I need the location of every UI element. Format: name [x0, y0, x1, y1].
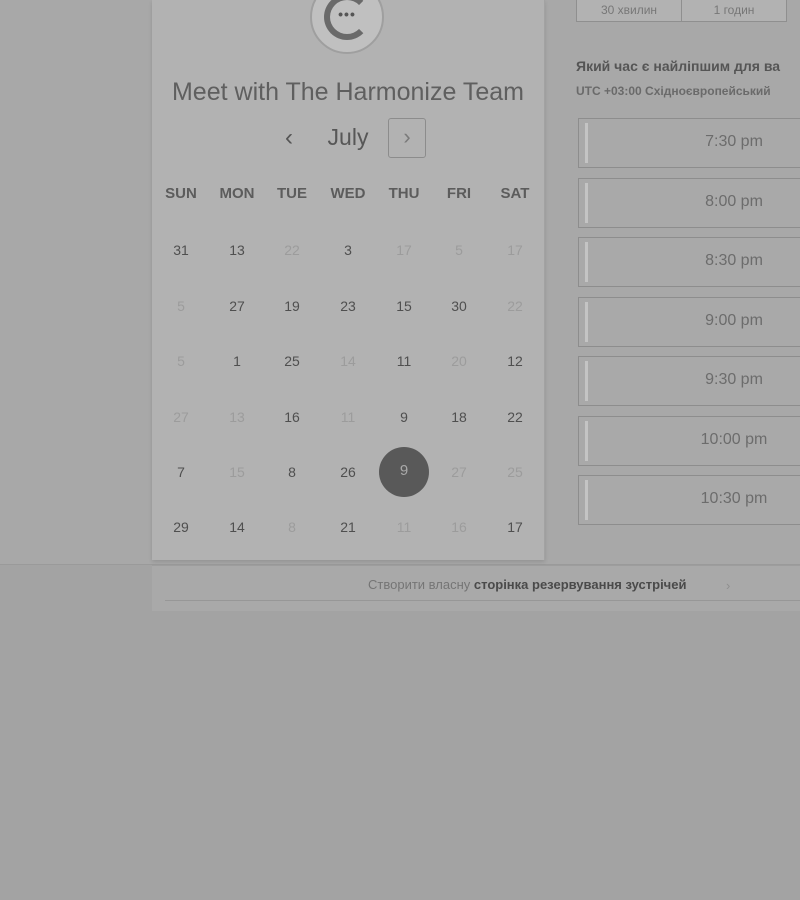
calendar-day[interactable]: 13	[217, 240, 257, 260]
footer-link-prefix: Створити власну	[368, 577, 471, 592]
calendar-day[interactable]: 31	[161, 240, 201, 260]
calendar-day: 22	[507, 298, 523, 314]
calendar-day: 20	[451, 353, 467, 369]
calendar-day: 8	[288, 519, 296, 535]
footer-link-bold[interactable]: сторінка резервування зустрічей	[474, 577, 687, 592]
time-slot[interactable]: 8:00 pm	[578, 178, 800, 228]
calendar-day[interactable]: 14	[217, 517, 257, 537]
time-slot-label: 9:30 pm	[705, 371, 763, 388]
calendar-day[interactable]: 22	[495, 407, 535, 427]
calendar-day: 11	[396, 519, 412, 535]
time-slot[interactable]: 10:30 pm	[578, 475, 800, 525]
time-slot[interactable]: 9:00 pm	[578, 297, 800, 347]
calendar-day: 27	[173, 409, 189, 425]
time-slot-label: 9:00 pm	[705, 312, 763, 329]
calendar-day[interactable]: 30	[439, 296, 479, 316]
calendar-day[interactable]: 7	[161, 462, 201, 482]
calendar-day[interactable]: 11	[384, 351, 424, 371]
time-slot[interactable]: 10:00 pm	[578, 416, 800, 466]
footer-divider	[165, 600, 800, 601]
calendar-day: 5	[177, 353, 185, 369]
duration-60-button[interactable]: 1 годин	[681, 0, 787, 22]
calendar-day: 17	[507, 242, 523, 258]
timezone-label: UTC +03:00 Східноєвропейський	[576, 84, 771, 98]
calendar-day: 22	[284, 242, 300, 258]
footer-link[interactable]: Створити власну сторінка резервування зу…	[368, 577, 686, 592]
time-slot-label: 8:00 pm	[705, 193, 763, 210]
calendar-day: 15	[229, 464, 245, 480]
calendar-day[interactable]: 19	[272, 296, 312, 316]
calendar-day[interactable]: 9	[384, 407, 424, 427]
calendar-day: 25	[507, 464, 523, 480]
time-question: Який час є найліпшим для ва	[576, 58, 781, 74]
calendar-day[interactable]: 26	[328, 462, 368, 482]
time-slot-label: 7:30 pm	[705, 133, 763, 150]
time-slot[interactable]: 8:30 pm	[578, 237, 800, 287]
time-slot-label: 10:00 pm	[700, 431, 768, 448]
calendar-day: 5	[455, 242, 463, 258]
calendar-day[interactable]: 1	[217, 351, 257, 371]
selected-day[interactable]: 9	[379, 447, 429, 497]
calendar-day[interactable]: 18	[439, 407, 479, 427]
calendar-day: 11	[340, 409, 356, 425]
time-slot-label: 8:30 pm	[705, 252, 763, 269]
calendar-day[interactable]: 3	[328, 240, 368, 260]
calendar-day: 17	[396, 242, 412, 258]
calendar-day[interactable]: 23	[328, 296, 368, 316]
calendar-day: 14	[340, 353, 356, 369]
time-slot-label: 10:30 pm	[700, 490, 768, 507]
calendar-day[interactable]: 8	[272, 462, 312, 482]
arrow-right-icon: ›	[726, 578, 731, 593]
calendar-day[interactable]: 29	[161, 517, 201, 537]
calendar-day: 16	[451, 519, 467, 535]
calendar-day: 13	[229, 409, 245, 425]
calendar-day: 5	[177, 298, 185, 314]
calendar-day: 27	[451, 464, 467, 480]
calendar-day[interactable]: 25	[272, 351, 312, 371]
time-slot[interactable]: 9:30 pm	[578, 356, 800, 406]
calendar-day[interactable]: 16	[272, 407, 312, 427]
calendar-day[interactable]: 21	[328, 517, 368, 537]
calendar-day[interactable]: 17	[495, 517, 535, 537]
calendar-day[interactable]: 12	[495, 351, 535, 371]
duration-30-button[interactable]: 30 хвилин	[576, 0, 682, 22]
time-slot[interactable]: 7:30 pm	[578, 118, 800, 168]
calendar-day[interactable]: 27	[217, 296, 257, 316]
calendar-day[interactable]: 15	[384, 296, 424, 316]
